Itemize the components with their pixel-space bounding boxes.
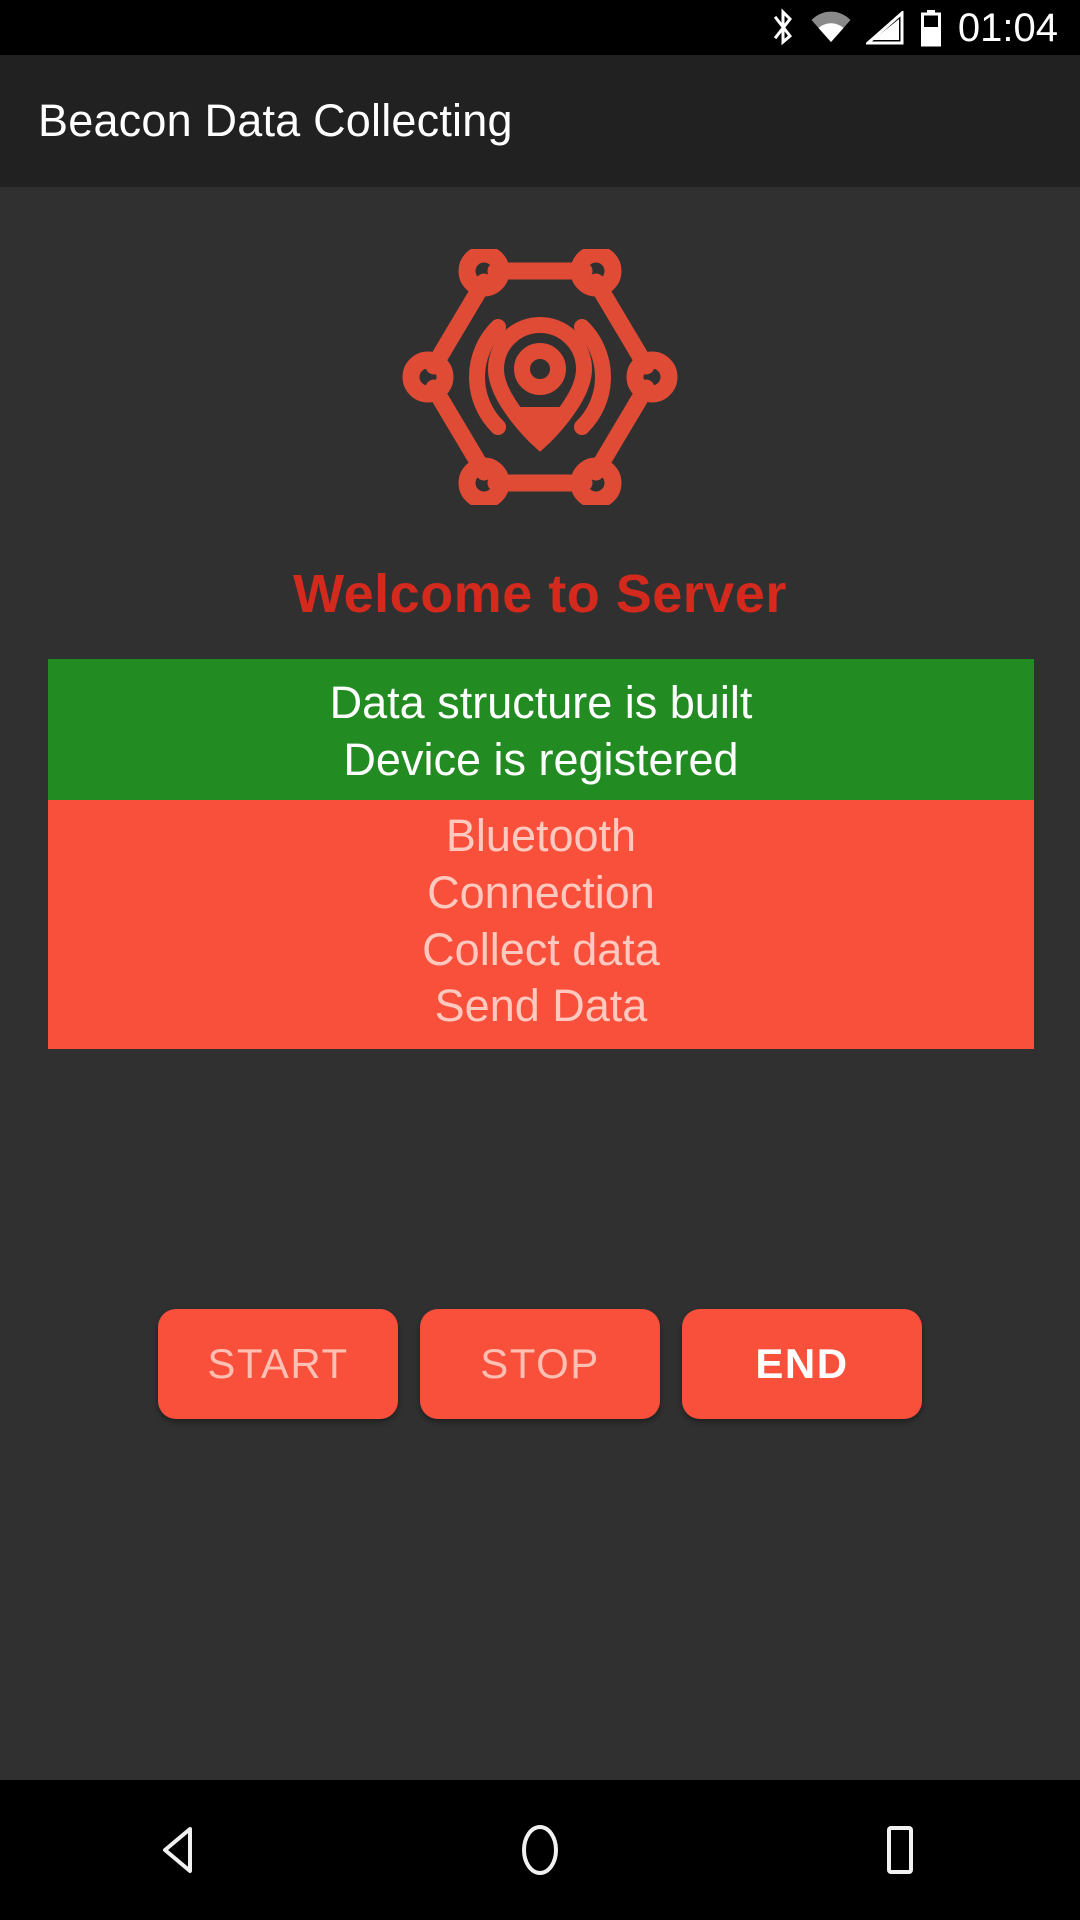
status-bar-clock: 01:04 <box>957 5 1058 50</box>
main-content: Welcome to Server Data structure is buil… <box>0 187 1080 1780</box>
action-button-row: START STOP END <box>0 1309 1080 1419</box>
bluetooth-icon <box>773 7 792 45</box>
battery-icon <box>920 9 941 46</box>
status-group-pending: Bluetooth Connection Collect data Send D… <box>48 800 1034 1050</box>
beacon-network-logo <box>402 249 678 505</box>
wifi-icon <box>811 11 851 42</box>
status-group-completed: Data structure is built Device is regist… <box>48 659 1034 801</box>
logo-container <box>0 187 1080 505</box>
end-button[interactable]: END <box>682 1309 922 1419</box>
android-navigation-bar <box>0 1780 1080 1920</box>
nav-back-button[interactable] <box>90 1780 270 1920</box>
start-button[interactable]: START <box>158 1309 398 1419</box>
app-title: Beacon Data Collecting <box>38 95 513 146</box>
back-triangle-icon <box>163 1827 192 1873</box>
phone-screen: 01:04 Beacon Data Collecting Welcome to … <box>0 0 1080 1920</box>
status-line-completed: Device is registered <box>343 733 739 785</box>
status-panel: Data structure is built Device is regist… <box>48 659 1034 1050</box>
status-line-pending: Connection <box>427 867 655 919</box>
cellular-signal-icon <box>865 10 904 44</box>
status-bar-icons <box>770 7 942 48</box>
welcome-heading: Welcome to Server <box>293 564 787 624</box>
status-line-pending: Collect data <box>422 923 660 975</box>
status-line-pending: Bluetooth <box>445 810 637 862</box>
recents-square-icon <box>887 1826 913 1874</box>
stop-button[interactable]: STOP <box>420 1309 660 1419</box>
status-bar: 01:04 <box>0 0 1080 55</box>
home-circle-icon <box>522 1825 558 1875</box>
status-line-pending: Send Data <box>434 980 648 1032</box>
status-line-completed: Data structure is built <box>329 677 753 728</box>
nav-home-button[interactable] <box>450 1780 630 1920</box>
app-toolbar: Beacon Data Collecting <box>0 55 1080 187</box>
nav-recents-button[interactable] <box>810 1780 990 1920</box>
